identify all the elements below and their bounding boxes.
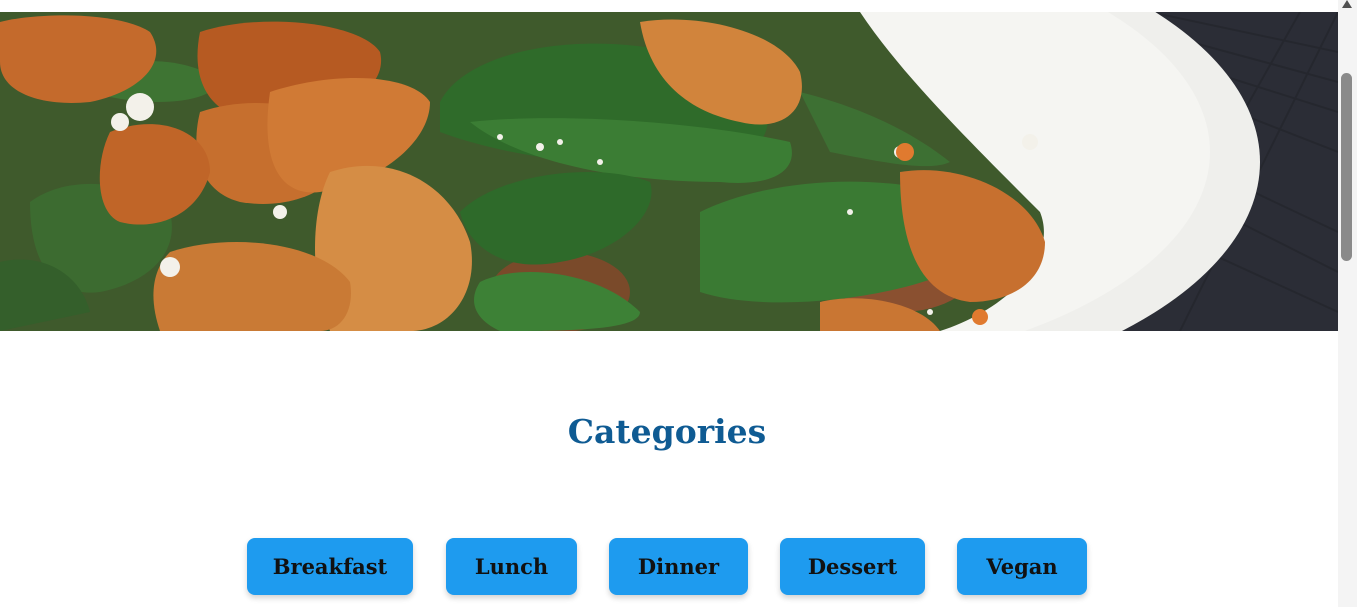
scrollbar-thumb[interactable]: [1341, 73, 1352, 261]
scroll-up-arrow-icon[interactable]: [1342, 0, 1352, 8]
hero-image: [0, 12, 1338, 331]
page: Categories Breakfast Lunch Dinner Desser…: [0, 0, 1338, 607]
category-dinner-button[interactable]: Dinner: [609, 538, 748, 595]
category-dessert-button[interactable]: Dessert: [780, 538, 925, 595]
categories-title: Categories: [567, 412, 767, 451]
category-breakfast-button[interactable]: Breakfast: [247, 538, 413, 595]
vertical-scrollbar[interactable]: [1338, 0, 1357, 607]
category-lunch-button[interactable]: Lunch: [446, 538, 577, 595]
category-vegan-button[interactable]: Vegan: [957, 538, 1087, 595]
